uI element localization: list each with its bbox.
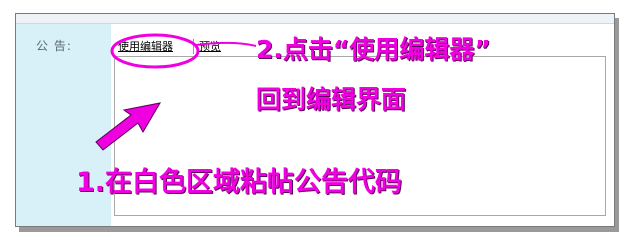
annotation-step2-line2: 回到编辑界面	[256, 85, 407, 114]
annotation-step1: 1.在白色区域粘帖公告代码	[76, 167, 403, 198]
highlight-circle	[110, 33, 200, 69]
pointer-arrow-icon	[95, 102, 161, 151]
annotation-step2: 2.点击“使用编辑器”	[256, 35, 491, 64]
connector-line	[195, 41, 257, 47]
